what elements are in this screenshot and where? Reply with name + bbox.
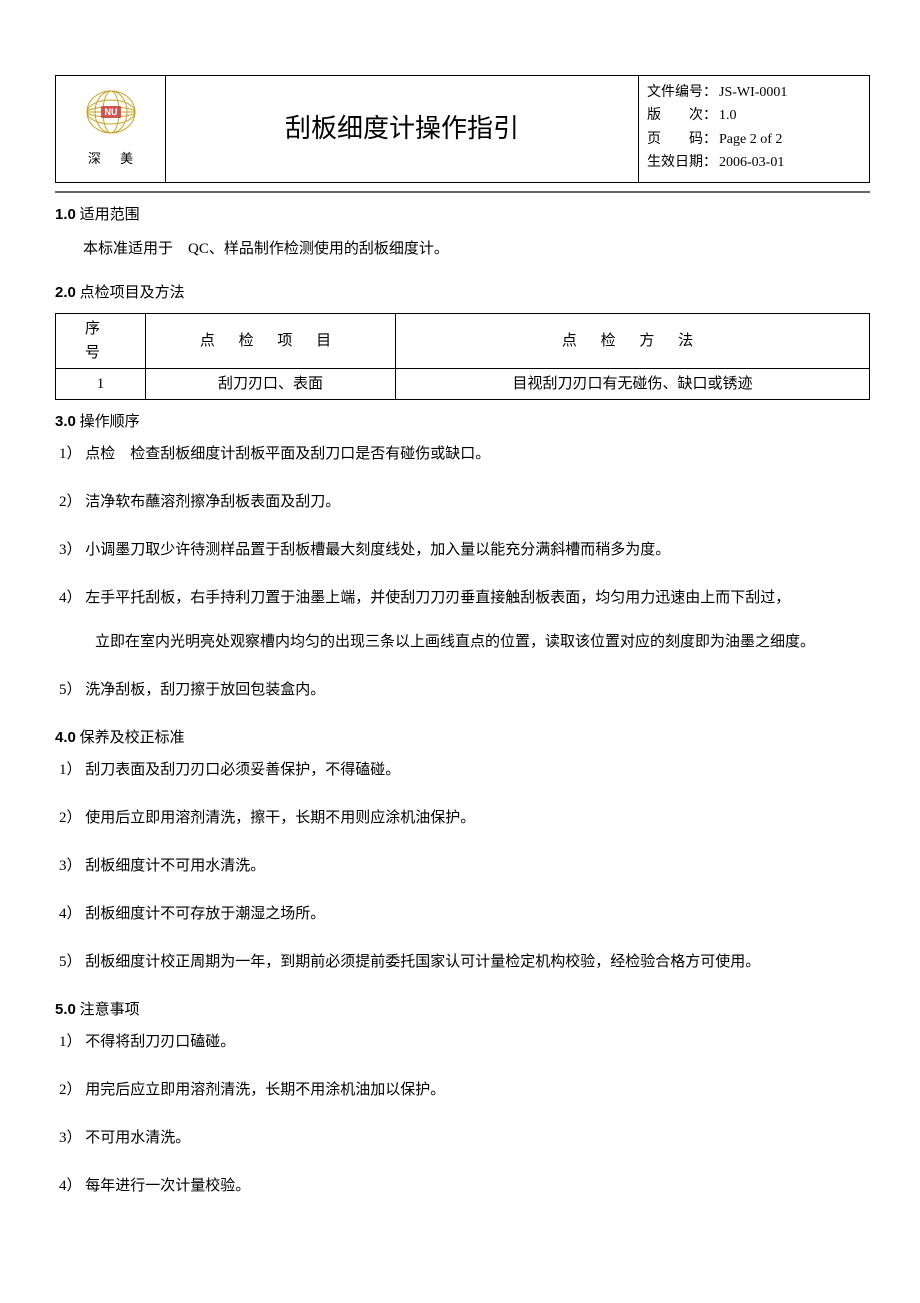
document-title: 刮板细度计操作指引 xyxy=(166,76,639,182)
s3-item-2: 2） 洁净软布蘸溶剂擦净刮板表面及刮刀。 xyxy=(59,490,870,514)
s3-item-3: 3） 小调墨刀取少许待测样品置于刮板槽最大刻度线处，加入量以能充分满斜槽而稍多为… xyxy=(59,538,870,562)
s5-item-3: 3） 不可用水清洗。 xyxy=(59,1126,870,1150)
meta-docno-label: 文件编号： xyxy=(647,82,719,104)
header-logo-cell: NU 深 美 xyxy=(56,76,166,182)
section-4-title: 4.0 保养及校正标准 xyxy=(55,726,870,750)
section-2-num: 2.0 xyxy=(55,284,76,301)
s4-item-3: 3） 刮板细度计不可用水清洗。 xyxy=(59,854,870,878)
header-divider xyxy=(55,191,870,193)
section-3-num: 3.0 xyxy=(55,413,76,430)
s3-item-1: 1） 点检 检查刮板细度计刮板平面及刮刀口是否有碰伤或缺口。 xyxy=(59,442,870,466)
document-header: NU 深 美 刮板细度计操作指引 文件编号： JS-WI-0001 版 次： 1… xyxy=(55,75,870,183)
section-3-title: 3.0 操作顺序 xyxy=(55,410,870,434)
s5-item-1: 1） 不得将刮刀刃口磕碰。 xyxy=(59,1030,870,1054)
th-method: 点 检 方 法 xyxy=(396,313,870,368)
meta-eff-label: 生效日期： xyxy=(647,152,719,174)
s5-item-2: 2） 用完后应立即用溶剂清洗，长期不用涂机油加以保护。 xyxy=(59,1078,870,1102)
th-seq: 序 号 xyxy=(56,313,146,368)
s3-item-4a: 4） 左手平托刮板，右手持利刀置于油墨上端，并使刮刀刀刃垂直接触刮板表面，均匀用… xyxy=(59,586,870,610)
section-1-title: 1.0 适用范围 xyxy=(55,203,870,227)
s3-item-5: 5） 洗净刮板，刮刀擦于放回包装盒内。 xyxy=(59,678,870,702)
meta-ver-label: 版 次： xyxy=(647,105,719,127)
table-header-row: 序 号 点 检 项 目 点 检 方 法 xyxy=(56,313,870,368)
meta-docno-value: JS-WI-0001 xyxy=(719,82,861,104)
s4-item-2: 2） 使用后立即用溶剂清洗，擦干，长期不用则应涂机油保护。 xyxy=(59,806,870,830)
meta-eff-value: 2006-03-01 xyxy=(719,152,861,174)
globe-logo-icon: NU xyxy=(85,89,137,143)
meta-page-value: Page 2 of 2 xyxy=(719,129,861,151)
section-1-num: 1.0 xyxy=(55,206,76,223)
section-1-text: 适用范围 xyxy=(76,207,140,223)
td-item: 刮刀刃口、表面 xyxy=(146,368,396,399)
section-5-text: 注意事项 xyxy=(76,1002,140,1018)
section-5-num: 5.0 xyxy=(55,1001,76,1018)
section-5-title: 5.0 注意事项 xyxy=(55,998,870,1022)
section-1-body: 本标准适用于 QC、样品制作检测使用的刮板细度计。 xyxy=(83,237,870,261)
s5-item-4: 4） 每年进行一次计量校验。 xyxy=(59,1174,870,1198)
meta-ver-value: 1.0 xyxy=(719,105,861,127)
td-seq: 1 xyxy=(56,368,146,399)
document-meta: 文件编号： JS-WI-0001 版 次： 1.0 页 码： Page 2 of… xyxy=(639,76,869,182)
table-row: 1 刮刀刃口、表面 目视刮刀刃口有无碰伤、缺口或锈迹 xyxy=(56,368,870,399)
s4-item-5: 5） 刮板细度计校正周期为一年，到期前必须提前委托国家认可计量检定机构校验，经检… xyxy=(59,950,870,974)
section-2-title: 2.0 点检项目及方法 xyxy=(55,281,870,305)
s4-item-4: 4） 刮板细度计不可存放于潮湿之场所。 xyxy=(59,902,870,926)
section-4-num: 4.0 xyxy=(55,729,76,746)
s4-item-1: 1） 刮刀表面及刮刀刃口必须妥善保护，不得磕碰。 xyxy=(59,758,870,782)
brand-text: 深 美 xyxy=(80,149,141,170)
section-4-text: 保养及校正标准 xyxy=(76,730,185,746)
th-item: 点 检 项 目 xyxy=(146,313,396,368)
section-2-text: 点检项目及方法 xyxy=(76,285,185,301)
inspection-table: 序 号 点 检 项 目 点 检 方 法 1 刮刀刃口、表面 目视刮刀刃口有无碰伤… xyxy=(55,313,870,400)
s3-item-4b: 立即在室内光明亮处观察槽内均匀的出现三条以上画线直点的位置，读取该位置对应的刻度… xyxy=(55,630,870,654)
section-3-text: 操作顺序 xyxy=(76,414,140,430)
meta-page-label: 页 码： xyxy=(647,129,719,151)
svg-text:NU: NU xyxy=(104,107,117,117)
td-method: 目视刮刀刃口有无碰伤、缺口或锈迹 xyxy=(396,368,870,399)
